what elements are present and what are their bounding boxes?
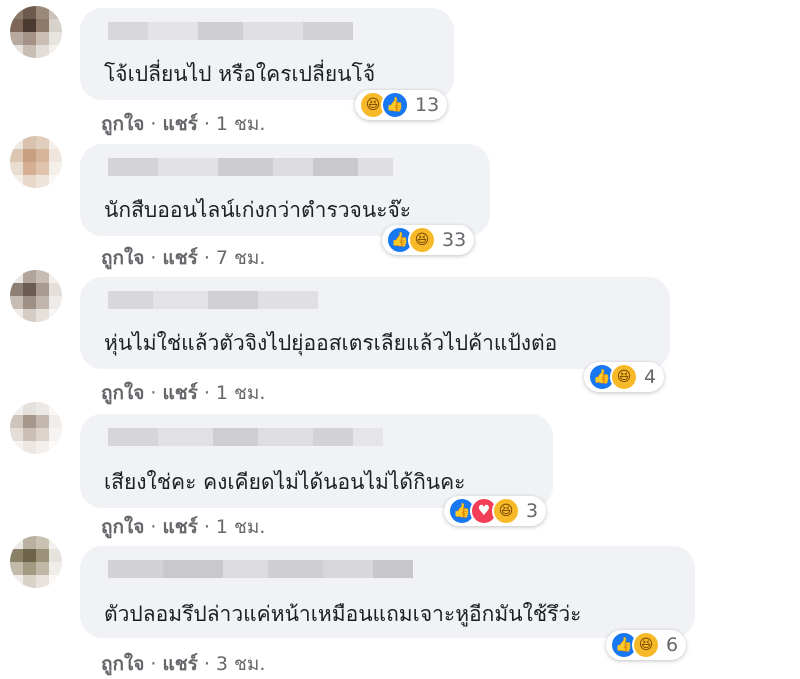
comment-text: โจ้เปลี่ยนไป หรือใครเปลี่ยนโจ้ [104, 62, 376, 86]
separator: · [203, 113, 210, 135]
share-link[interactable]: แชร์ [162, 247, 197, 269]
laughing-face-icon: 😆 [632, 631, 660, 659]
reaction-count: 33 [442, 229, 467, 251]
comment-text: หุ่นไม่ใช่แล้วตัวจิงไปยุ่ออสเตรเลียแล้วไ… [104, 331, 558, 355]
reaction-summary[interactable]: 😆 👍 13 [355, 90, 448, 120]
comment-bubble: นักสืบออนไลน์เก่งกว่าตำรวจนะจ๊ะ [80, 144, 490, 236]
laughing-face-icon: 😆 [610, 363, 638, 391]
like-link[interactable]: ถูกใจ [101, 113, 144, 135]
separator: · [150, 113, 157, 135]
avatar[interactable] [10, 6, 62, 58]
reaction-count: 6 [666, 634, 679, 656]
commenter-name-blurred[interactable] [108, 158, 393, 176]
separator: · [150, 382, 157, 404]
timestamp[interactable]: 1 ชม. [216, 382, 266, 404]
reaction-count: 3 [526, 500, 539, 522]
avatar[interactable] [10, 270, 62, 322]
share-link[interactable]: แชร์ [162, 653, 197, 675]
thumbs-up-icon: 👍 [381, 91, 409, 119]
avatar[interactable] [10, 402, 62, 454]
timestamp[interactable]: 7 ชม. [216, 247, 266, 269]
reaction-summary[interactable]: 👍 😆 33 [382, 225, 475, 255]
comment-bubble: ตัวปลอมรึปล่าวแค่หน้าเหมือนแถมเจาะหูอีกม… [80, 546, 695, 638]
commenter-name-blurred[interactable] [108, 560, 413, 578]
comment-actions: ถูกใจ · แชร์ · 1 ชม. [101, 378, 265, 408]
reaction-summary[interactable]: 👍 😆 6 [606, 630, 687, 660]
separator: · [203, 382, 210, 404]
share-link[interactable]: แชร์ [162, 516, 197, 538]
avatar[interactable] [10, 536, 62, 588]
like-link[interactable]: ถูกใจ [101, 382, 144, 404]
timestamp[interactable]: 1 ชม. [216, 113, 266, 135]
like-link[interactable]: ถูกใจ [101, 247, 144, 269]
comment-actions: ถูกใจ · แชร์ · 3 ชม. [101, 649, 265, 679]
separator: · [203, 516, 210, 538]
separator: · [203, 247, 210, 269]
separator: · [150, 247, 157, 269]
comment-actions: ถูกใจ · แชร์ · 7 ชม. [101, 243, 265, 273]
separator: · [203, 653, 210, 675]
comment-actions: ถูกใจ · แชร์ · 1 ชม. [101, 512, 265, 542]
timestamp[interactable]: 3 ชม. [216, 653, 266, 675]
comment-text: เสียงใช่คะ คงเคียดไม่ได้นอนไม่ได้กินคะ [104, 470, 466, 494]
comment-bubble: หุ่นไม่ใช่แล้วตัวจิงไปยุ่ออสเตรเลียแล้วไ… [80, 277, 670, 369]
like-link[interactable]: ถูกใจ [101, 653, 144, 675]
comment-text: ตัวปลอมรึปล่าวแค่หน้าเหมือนแถมเจาะหูอีกม… [104, 602, 582, 626]
reaction-summary[interactable]: 👍 ♥ 😆 3 [444, 496, 547, 526]
comment-bubble: เสียงใช่คะ คงเคียดไม่ได้นอนไม่ได้กินคะ [80, 414, 553, 508]
like-link[interactable]: ถูกใจ [101, 516, 144, 538]
comment-text: นักสืบออนไลน์เก่งกว่าตำรวจนะจ๊ะ [104, 198, 412, 222]
reaction-count: 13 [415, 94, 440, 116]
commenter-name-blurred[interactable] [108, 291, 318, 309]
timestamp[interactable]: 1 ชม. [216, 516, 266, 538]
share-link[interactable]: แชร์ [162, 113, 197, 135]
separator: · [150, 516, 157, 538]
commenter-name-blurred[interactable] [108, 428, 383, 446]
reaction-count: 4 [644, 366, 657, 388]
laughing-face-icon: 😆 [408, 226, 436, 254]
share-link[interactable]: แชร์ [162, 382, 197, 404]
commenter-name-blurred[interactable] [108, 22, 353, 40]
laughing-face-icon: 😆 [492, 497, 520, 525]
comment-bubble: โจ้เปลี่ยนไป หรือใครเปลี่ยนโจ้ [80, 8, 454, 100]
reaction-summary[interactable]: 👍 😆 4 [584, 362, 665, 392]
comment-actions: ถูกใจ · แชร์ · 1 ชม. [101, 109, 265, 139]
avatar[interactable] [10, 136, 62, 188]
separator: · [150, 653, 157, 675]
